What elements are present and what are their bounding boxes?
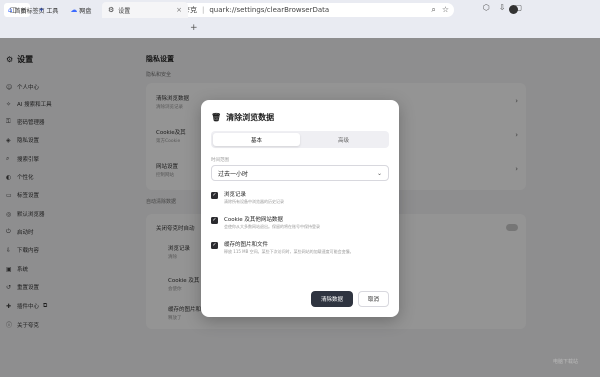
cookies-checkbox[interactable]: ✓ <box>211 217 218 224</box>
dialog-tabs: 基本 高级 <box>211 131 389 148</box>
zoom-search-icon[interactable]: ⌕ <box>431 5 435 15</box>
newtab-icon: ◫ <box>10 6 17 14</box>
cache-checkbox[interactable]: ✓ <box>211 242 218 249</box>
tab-new-tab[interactable]: ◫ 新标签页 × <box>4 2 90 18</box>
trash-icon: 🗑 <box>211 113 222 122</box>
new-tab-button[interactable]: + <box>190 23 198 33</box>
dialog-title: 🗑 清除浏览数据 <box>211 113 275 122</box>
clear-data-dialog: 🗑 清除浏览数据 基本 高级 时间范围 过去一小时 ⌄ ✓ 浏览记录 清除所有设备… <box>201 100 399 317</box>
option-cookies: ✓ Cookie 及其他网站数据 会使你从大多数网站退出。保留的将在账号中保持登… <box>211 217 320 229</box>
cancel-button[interactable]: 取消 <box>358 291 389 307</box>
watermark-text: 电脑下载站 <box>553 359 579 365</box>
download-tray-icon[interactable]: ⇩ <box>499 3 506 12</box>
close-icon[interactable]: × <box>78 6 84 14</box>
url-text[interactable]: quark://settings/clearBrowserData <box>209 6 329 14</box>
option-history: ✓ 浏览记录 清除所有设备中浏览器的历史记录 <box>211 192 284 204</box>
time-range-label: 时间范围 <box>211 158 229 163</box>
close-icon[interactable]: × <box>176 6 182 14</box>
option-cache: ✓ 缓存的图片和文件 释放 115 MB 空间。某些下次访问时，某些网站的加载速… <box>211 242 354 254</box>
extensions-icon[interactable]: ⬡ <box>483 3 490 12</box>
tab-settings[interactable]: ⚙ 设置 × <box>102 2 188 18</box>
profile-avatar[interactable] <box>509 5 518 14</box>
clear-data-button[interactable]: 清除数据 <box>311 291 353 307</box>
tab-basic[interactable]: 基本 <box>213 133 300 146</box>
gear-icon: ⚙ <box>108 6 115 14</box>
address-separator: | <box>202 6 205 14</box>
time-range-select[interactable]: 过去一小时 ⌄ <box>211 165 389 181</box>
chevron-down-icon: ⌄ <box>376 169 382 177</box>
tab-advanced[interactable]: 高级 <box>300 133 387 146</box>
tab-bar <box>0 20 600 38</box>
history-checkbox[interactable]: ✓ <box>211 192 218 199</box>
bookmark-star-icon[interactable]: ☆ <box>442 5 449 15</box>
address-bar[interactable]: 夸克 | quark://settings/clearBrowserData ⌕… <box>166 3 454 17</box>
